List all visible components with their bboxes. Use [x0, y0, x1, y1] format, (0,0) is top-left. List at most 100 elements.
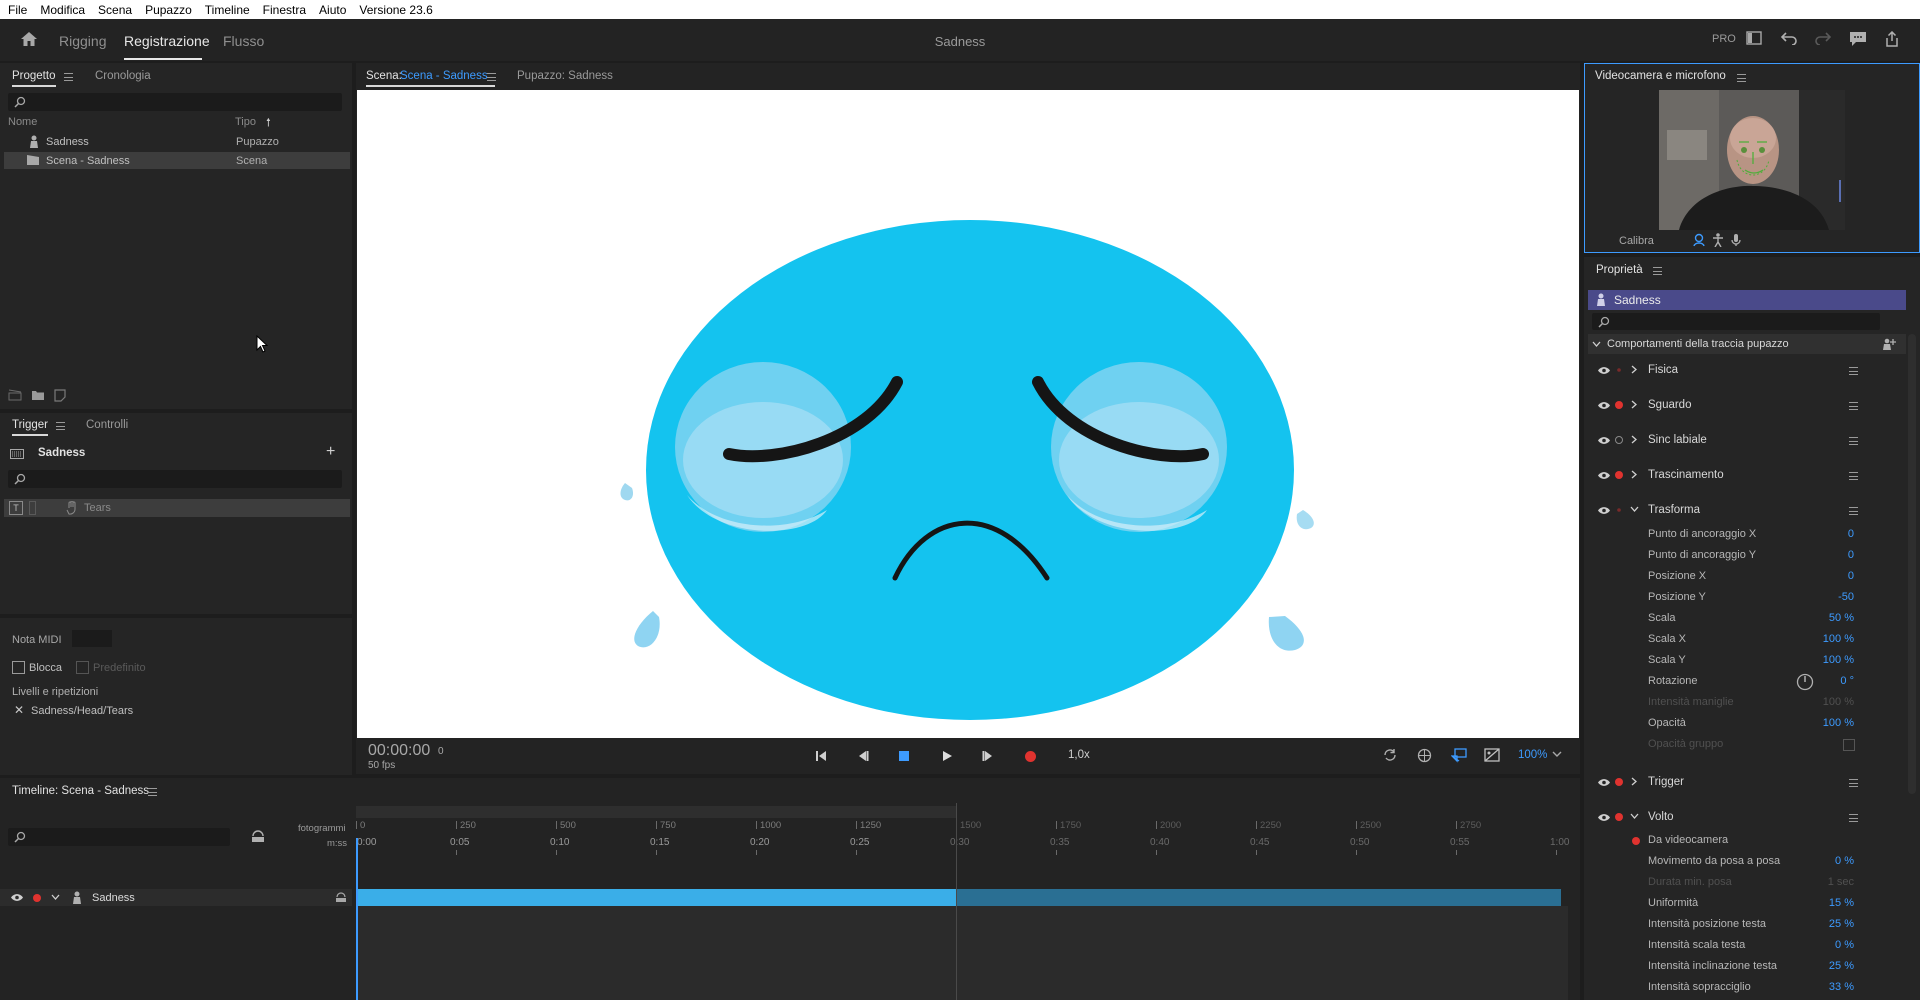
- behavior-row[interactable]: Sguardo: [1584, 395, 1858, 417]
- microphone-icon[interactable]: [1731, 233, 1741, 247]
- playhead[interactable]: [356, 838, 358, 1000]
- tab-puppet[interactable]: Pupazzo: Sadness: [517, 70, 613, 82]
- track-header[interactable]: Sadness: [0, 889, 352, 906]
- property-value[interactable]: 1 sec: [1828, 876, 1854, 888]
- behavior-menu-icon[interactable]: [1849, 779, 1858, 787]
- track-lanes[interactable]: [356, 906, 1568, 1000]
- property-row[interactable]: Opacità gruppo: [1584, 736, 1855, 754]
- project-search-input[interactable]: [8, 93, 342, 111]
- property-value[interactable]: 100 %: [1823, 654, 1854, 666]
- properties-search-input[interactable]: [1592, 313, 1880, 330]
- timeline-menu-icon[interactable]: [148, 788, 157, 796]
- stage-options-icon[interactable]: [1484, 747, 1500, 763]
- property-row[interactable]: Punto di ancoraggio Y 0: [1584, 547, 1854, 565]
- present-icon[interactable]: [1451, 748, 1467, 763]
- undo-icon[interactable]: [1780, 31, 1798, 45]
- property-value[interactable]: 0: [1848, 570, 1854, 582]
- redo-icon[interactable]: [1814, 31, 1832, 45]
- record-icon[interactable]: [1024, 750, 1037, 763]
- property-row[interactable]: Intensità maniglie 100 %: [1584, 694, 1854, 712]
- eye-icon[interactable]: [1597, 471, 1611, 480]
- timeline-search-input[interactable]: [8, 828, 230, 846]
- eye-icon[interactable]: [1597, 401, 1611, 410]
- property-row[interactable]: Punto di ancoraggio X 0: [1584, 526, 1854, 544]
- chevron-right-icon[interactable]: [1630, 365, 1639, 374]
- property-value[interactable]: 100 %: [1823, 633, 1854, 645]
- home-icon[interactable]: [20, 31, 38, 47]
- property-row[interactable]: Intensità scala testa 0 %: [1584, 937, 1854, 955]
- behavior-menu-icon[interactable]: [1849, 507, 1858, 515]
- property-value[interactable]: 100 %: [1823, 717, 1854, 729]
- chevron-right-icon[interactable]: [1630, 470, 1639, 479]
- feedback-icon[interactable]: [1849, 31, 1867, 47]
- trigger-row-selected[interactable]: T Tears: [4, 499, 350, 517]
- eye-icon[interactable]: [1597, 366, 1611, 375]
- folder-icon[interactable]: [31, 389, 45, 401]
- behavior-menu-icon[interactable]: [1849, 402, 1858, 410]
- behavior-row[interactable]: Trigger: [1584, 772, 1858, 794]
- tab-cronologia[interactable]: Cronologia: [95, 70, 151, 82]
- chevron-right-icon[interactable]: [1630, 435, 1639, 444]
- loop-icon[interactable]: [1383, 748, 1397, 762]
- step-back-icon[interactable]: [857, 750, 869, 762]
- properties-menu-icon[interactable]: [1653, 267, 1662, 275]
- record-arm-icon[interactable]: [1614, 812, 1624, 822]
- menu-timeline[interactable]: Timeline: [205, 3, 257, 17]
- behavior-row[interactable]: Volto: [1584, 807, 1858, 829]
- property-row[interactable]: Scala X 100 %: [1584, 631, 1854, 649]
- play-icon[interactable]: [941, 750, 953, 762]
- menu-modifica[interactable]: Modifica: [40, 3, 92, 17]
- column-name[interactable]: Nome: [8, 116, 37, 128]
- eye-icon[interactable]: [10, 893, 24, 902]
- rotation-dial-icon[interactable]: [1796, 673, 1814, 691]
- chevron-down-icon[interactable]: [1630, 812, 1639, 821]
- group-opacity-checkbox[interactable]: [1843, 739, 1855, 751]
- record-arm-icon[interactable]: [1614, 777, 1624, 787]
- property-value[interactable]: 50 %: [1829, 612, 1854, 624]
- property-row[interactable]: Opacità 100 %: [1584, 715, 1854, 733]
- stop-icon[interactable]: [897, 749, 911, 763]
- behavior-row[interactable]: Trasforma: [1584, 500, 1858, 522]
- midi-note-input[interactable]: [72, 630, 112, 647]
- behavior-menu-icon[interactable]: [1849, 814, 1858, 822]
- workspace-registrazione[interactable]: Registrazione: [124, 33, 210, 49]
- timeline-ruler[interactable]: 0 250 500 750 1000 1250 1500 1750 2000 2250 2500 27…: [356, 803, 1569, 878]
- face-tracking-icon[interactable]: [1693, 233, 1705, 247]
- behavior-menu-icon[interactable]: [1849, 367, 1858, 375]
- playback-speed[interactable]: 1,0x: [1068, 749, 1090, 761]
- go-to-start-icon[interactable]: [815, 750, 827, 762]
- eye-icon[interactable]: [1597, 813, 1611, 822]
- workspace-rigging[interactable]: Rigging: [59, 33, 106, 49]
- new-item-icon[interactable]: [54, 389, 66, 402]
- behavior-menu-icon[interactable]: [1849, 437, 1858, 445]
- record-arm-icon[interactable]: [1614, 470, 1624, 480]
- tab-scene[interactable]: Scena - Sadness: [400, 70, 488, 82]
- record-arm-icon[interactable]: [1614, 400, 1624, 410]
- property-row[interactable]: Intensità inclinazione testa 25 %: [1584, 958, 1854, 976]
- project-row[interactable]: Sadness Pupazzo: [4, 133, 350, 150]
- calibrate-button[interactable]: Calibra: [1619, 235, 1654, 247]
- property-value[interactable]: 100 %: [1823, 696, 1854, 708]
- chevron-down-icon[interactable]: [1552, 750, 1562, 758]
- tab-controlli[interactable]: Controlli: [86, 419, 128, 431]
- menu-finestra[interactable]: Finestra: [263, 3, 313, 17]
- property-value[interactable]: 0 %: [1835, 855, 1854, 867]
- eye-icon[interactable]: [1597, 506, 1611, 515]
- eye-icon[interactable]: [1597, 778, 1611, 787]
- property-row[interactable]: Intensità posizione testa 25 %: [1584, 916, 1854, 934]
- property-row[interactable]: Scala 50 %: [1584, 610, 1854, 628]
- chevron-down-icon[interactable]: [1630, 505, 1639, 514]
- behavior-row[interactable]: Sinc labiale: [1584, 430, 1858, 452]
- property-row[interactable]: Durata min. posa 1 sec: [1584, 874, 1854, 892]
- record-arm-icon[interactable]: [1614, 505, 1624, 515]
- menu-file[interactable]: File: [8, 3, 34, 17]
- property-value[interactable]: 15 %: [1829, 897, 1854, 909]
- property-value[interactable]: 0 °: [1840, 675, 1854, 687]
- chevron-down-icon[interactable]: [51, 894, 60, 900]
- camera-menu-icon[interactable]: [1737, 74, 1746, 82]
- property-value[interactable]: 33 %: [1829, 981, 1854, 993]
- panel-layout-icon[interactable]: [1746, 31, 1762, 45]
- project-row-selected[interactable]: Scena - Sadness Scena: [4, 152, 350, 169]
- record-arm-icon[interactable]: [32, 893, 42, 903]
- eye-icon[interactable]: [1597, 436, 1611, 445]
